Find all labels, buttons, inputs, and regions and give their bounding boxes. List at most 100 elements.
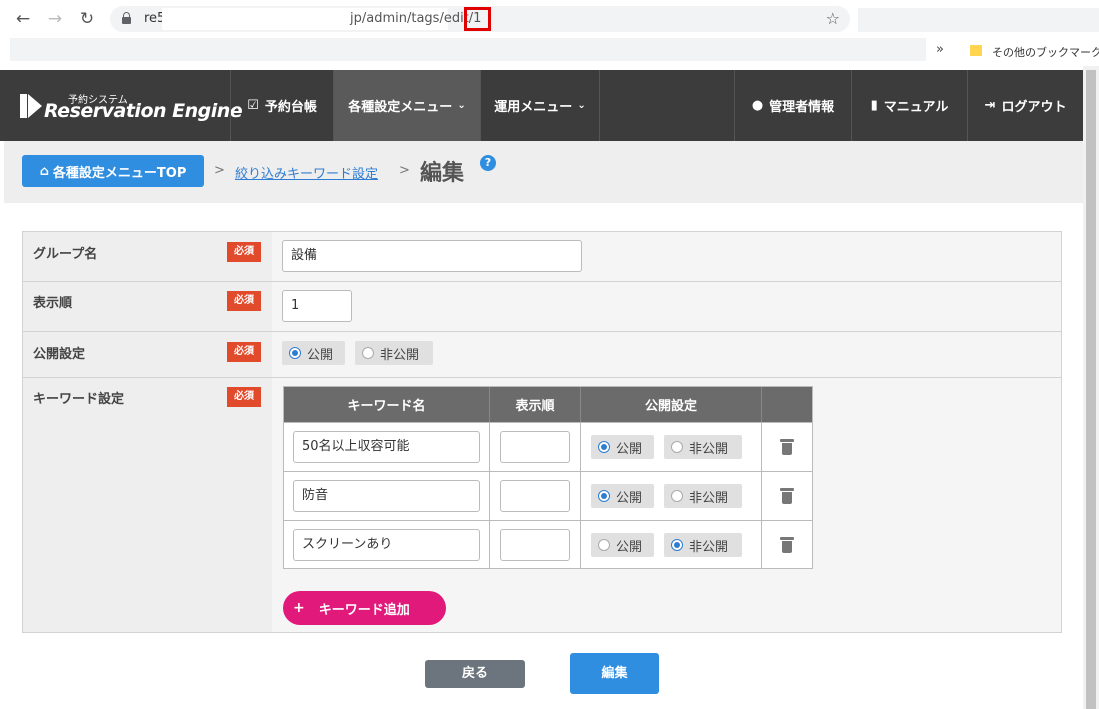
required-badge: 必須 (227, 291, 261, 311)
toolbar-redaction (858, 8, 1099, 32)
keyword-radio-public[interactable]: 公開 (591, 435, 654, 459)
trash-icon[interactable] (780, 537, 794, 553)
url-highlight-box (464, 7, 491, 31)
field-value-cell: キーワード名 表示順 公開設定 50名以上収容可能 公開 非公開 防音 公開 非… (272, 378, 1061, 632)
radio-unchecked-icon (598, 539, 610, 551)
bookmark-folder-other[interactable]: その他のブックマーク (992, 44, 1099, 60)
address-bar[interactable]: re5 jp/admin/tags/edit/1 ☆ (110, 6, 850, 32)
keyword-name-input[interactable]: スクリーンあり (293, 529, 480, 561)
add-keyword-label: キーワード追加 (318, 602, 410, 618)
keyword-order-input[interactable] (500, 529, 570, 561)
back-arrow-icon[interactable]: ← (12, 8, 34, 30)
add-keyword-button[interactable]: + キーワード追加 (283, 591, 446, 625)
browser-toolbar: ← → ↻ re5 jp/admin/tags/edit/1 ☆ (0, 0, 1099, 38)
nav-reservation-ledger[interactable]: ☑ 予約台帳 (230, 70, 333, 141)
lock-icon (122, 12, 131, 24)
table-cell (490, 520, 581, 568)
scrollbar-thumb[interactable] (1086, 70, 1096, 709)
home-icon: ⌂ (39, 163, 49, 179)
keyword-radio-public[interactable]: 公開 (591, 484, 654, 508)
breadcrumb-separator: > (399, 163, 410, 178)
breadcrumb-home-button[interactable]: ⌂ 各種設定メニューTOP (22, 155, 204, 187)
column-header-display-order: 表示順 (490, 387, 581, 422)
radio-label: 非公開 (689, 441, 729, 457)
folder-icon (970, 45, 982, 56)
back-button[interactable]: 戻る (425, 660, 525, 688)
help-icon[interactable]: ? (480, 155, 496, 171)
keyword-order-input[interactable] (500, 431, 570, 463)
publish-radio-public[interactable]: 公開 (282, 341, 345, 365)
table-row: 防音 (284, 471, 490, 520)
nav-label: 予約台帳 (264, 100, 317, 115)
keyword-radio-public[interactable]: 公開 (591, 533, 654, 557)
keyword-radio-private[interactable]: 非公開 (664, 533, 742, 557)
chevron-down-icon: ⌄ (457, 100, 466, 111)
bookmarks-more-button[interactable]: » (936, 42, 944, 57)
field-label: 表示順 (33, 296, 73, 311)
nav-label: 運用メニュー (494, 100, 573, 115)
logo[interactable]: 予約システム Reservation Engine (20, 90, 243, 126)
nav-label: ログアウト (1001, 100, 1067, 115)
table-cell: 公開 非公開 (581, 471, 762, 520)
logo-mark-icon (20, 94, 42, 118)
radio-checked-icon (289, 347, 301, 359)
nav-settings-menu[interactable]: 各種設定メニュー ⌄ (333, 70, 480, 141)
user-icon: ● (751, 98, 764, 113)
breadcrumb-home-label: 各種設定メニューTOP (52, 165, 187, 181)
radio-unchecked-icon (671, 441, 683, 453)
radio-unchecked-icon (362, 347, 374, 359)
form-row-publish: 公開設定 必須 公開 非公開 (23, 332, 1061, 378)
table-cell (490, 471, 581, 520)
radio-label: 非公開 (689, 539, 729, 555)
nav-logout[interactable]: ⇥ ログアウト (967, 70, 1083, 141)
radio-checked-icon (598, 490, 610, 502)
trash-icon[interactable] (780, 439, 794, 455)
radio-label: 公開 (616, 539, 643, 555)
nav-operations-menu[interactable]: 運用メニュー ⌄ (480, 70, 600, 141)
nav-admin-info[interactable]: ● 管理者情報 (734, 70, 851, 141)
tag-edit-form: グループ名 必須 設備 表示順 必須 1 公開設定 必須 公開 非公開 キーワー… (22, 231, 1062, 633)
clipboard-check-icon: ☑ (247, 98, 259, 113)
keyword-table: キーワード名 表示順 公開設定 50名以上収容可能 公開 非公開 防音 公開 非… (283, 386, 813, 569)
keyword-name-input[interactable]: 防音 (293, 480, 480, 512)
table-cell (762, 471, 812, 520)
keyword-order-input[interactable] (500, 480, 570, 512)
table-cell: 公開 非公開 (581, 422, 762, 471)
field-label: キーワード設定 (33, 392, 125, 407)
display-order-input[interactable]: 1 (282, 290, 352, 322)
field-label: グループ名 (33, 247, 98, 262)
logout-icon: ⇥ (984, 98, 996, 113)
group-name-input[interactable]: 設備 (282, 240, 582, 272)
url-path: jp/admin/tags/edit/1 (350, 11, 482, 26)
publish-radio-private[interactable]: 非公開 (355, 341, 433, 365)
page-title: 編集 (420, 161, 465, 186)
required-badge: 必須 (227, 242, 261, 262)
submit-edit-button[interactable]: 編集 (570, 653, 659, 694)
required-badge: 必須 (227, 387, 261, 407)
table-row: 50名以上収容可能 (284, 422, 490, 471)
forward-arrow-icon[interactable]: → (44, 8, 66, 30)
reload-icon[interactable]: ↻ (76, 8, 98, 30)
bookmark-bar: » その他のブックマーク (0, 38, 1099, 66)
keyword-name-input[interactable]: 50名以上収容可能 (293, 431, 480, 463)
breadcrumb-link-keyword-settings[interactable]: 絞り込みキーワード設定 (235, 163, 378, 182)
table-cell (762, 422, 812, 471)
nav-manual[interactable]: ▮ マニュアル (851, 70, 967, 141)
column-header-keyword-name: キーワード名 (284, 387, 490, 422)
column-header-publish: 公開設定 (581, 387, 762, 422)
bookmark-redaction (10, 38, 926, 61)
trash-icon[interactable] (780, 488, 794, 504)
breadcrumb-separator: > (214, 163, 225, 178)
logo-title: Reservation Engine (44, 100, 243, 122)
keyword-radio-private[interactable]: 非公開 (664, 435, 742, 459)
keyword-radio-private[interactable]: 非公開 (664, 484, 742, 508)
nav-label: 管理者情報 (769, 100, 835, 115)
radio-label: 非公開 (380, 347, 420, 363)
table-cell (490, 422, 581, 471)
form-row-keywords: キーワード設定 必須 キーワード名 表示順 公開設定 50名以上収容可能 公開 … (23, 378, 1061, 632)
radio-checked-icon (671, 539, 683, 551)
star-icon[interactable]: ☆ (826, 9, 840, 28)
radio-label: 公開 (616, 441, 643, 457)
nav-label: マニュアル (883, 100, 949, 115)
app-header: 予約システム Reservation Engine ☑ 予約台帳 各種設定メニュ… (0, 70, 1083, 141)
